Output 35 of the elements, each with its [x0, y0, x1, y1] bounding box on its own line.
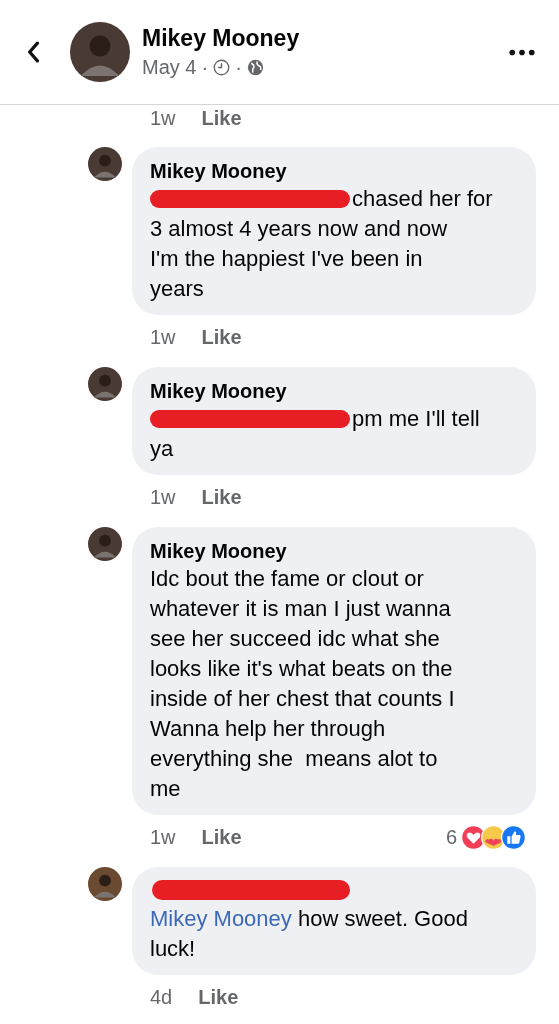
comment-time: 1w: [150, 825, 176, 849]
avatar: [88, 527, 122, 561]
clock-icon: [213, 59, 231, 76]
like-link[interactable]: Like: [201, 825, 242, 849]
comment-text: Mikey Mooney how sweet. Good luck!: [150, 905, 469, 963]
comment-time: 4d: [150, 985, 173, 1009]
separator: ·: [235, 56, 242, 79]
comment-text: 3 almost 4 years now and now I'm the happiest I've been in years: [150, 215, 449, 303]
avatar: [88, 367, 122, 401]
comment-text: ya: [150, 435, 175, 463]
comment-time: 1w: [150, 325, 176, 349]
avatar: [88, 147, 122, 181]
avatar: [88, 867, 122, 901]
like-link[interactable]: Like: [201, 106, 242, 130]
commenter-name[interactable]: Mikey Mooney: [150, 378, 287, 404]
separator: ·: [201, 56, 209, 79]
thumbs-up-icon: [501, 824, 526, 850]
back-icon[interactable]: [26, 41, 40, 63]
like-link[interactable]: Like: [198, 985, 239, 1009]
reaction-count: 6: [445, 825, 457, 849]
like-link[interactable]: Like: [201, 485, 242, 509]
comment-time: 1w: [150, 106, 176, 130]
globe-icon: [246, 59, 264, 76]
comment-text: chased her for: [352, 185, 493, 213]
avatar: [70, 22, 130, 82]
commenter-name[interactable]: Mikey Mooney: [150, 538, 287, 564]
comment-text: pm me I'll tell: [352, 405, 480, 433]
like-link[interactable]: Like: [201, 325, 242, 349]
comment-text: Idc bout the fame or clout or whatever it is man I just wanna see her succeed idc what she looks like it's what beats on the inside of her chest that counts I Wanna help her through everything she means alot to me: [150, 565, 456, 803]
more-icon[interactable]: [509, 48, 535, 56]
mention-link[interactable]: Mikey Mooney: [150, 906, 292, 931]
post-date: May 4: [142, 56, 197, 79]
author-name[interactable]: Mikey Mooney: [142, 25, 509, 52]
comment-time: 1w: [150, 485, 176, 509]
commenter-name[interactable]: Mikey Mooney: [150, 158, 287, 184]
